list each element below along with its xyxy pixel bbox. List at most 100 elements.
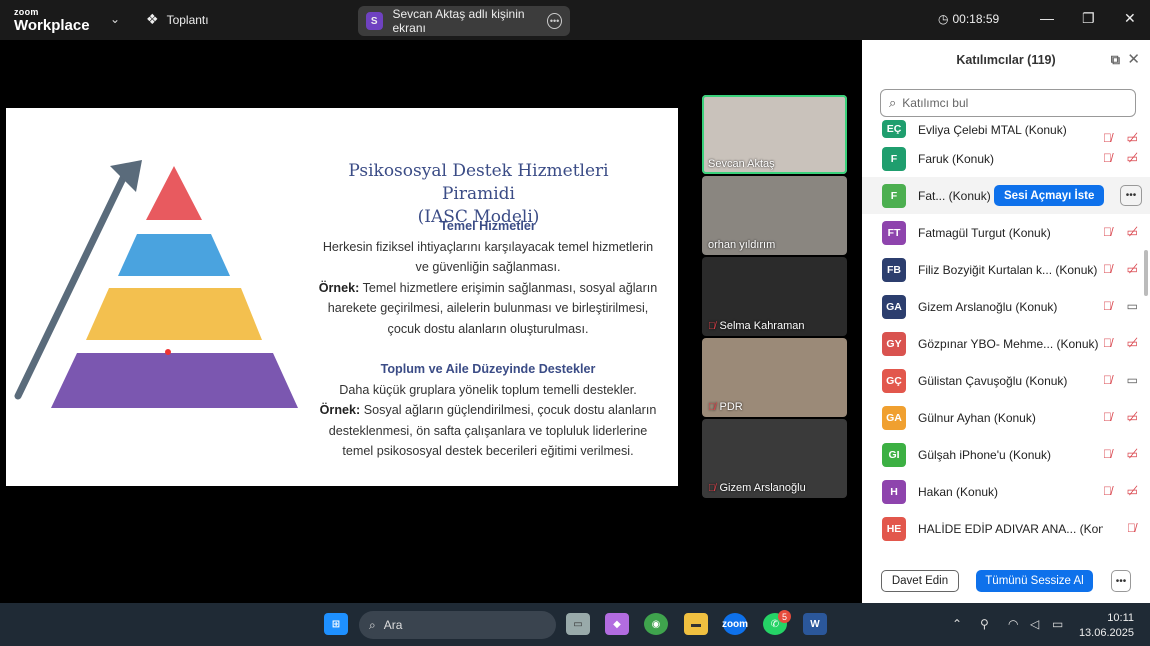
share-banner[interactable]: S Sevcan Aktaş adlı kişinin ekranı ••• [358, 6, 570, 36]
participant-name: Gülnur Ayhan (Konuk) [918, 410, 1036, 425]
mute-all-button[interactable]: Tümünü Sessize Al [976, 570, 1093, 592]
pyramid-level-1 [146, 166, 202, 220]
notification-badge: 5 [778, 610, 791, 623]
word-icon[interactable]: W [803, 613, 827, 635]
chrome-icon[interactable]: ◉ [644, 613, 668, 635]
participant-name: Sevcan Aktaş [708, 158, 775, 170]
participant-avatar: GI [882, 442, 906, 467]
participant-row[interactable]: HE HALİDE EDİP ADIVAR ANA... (Konuk) 🎙̸ [862, 510, 1150, 547]
video-tile[interactable]: 🎙̸ Gizem Arslanoğlu [702, 419, 847, 498]
video-tile[interactable]: Sevcan Aktaş [702, 95, 847, 174]
mic-muted-icon: 🎙̸ [1103, 373, 1112, 387]
battery-icon[interactable]: ▭ [1052, 617, 1063, 631]
participant-row[interactable]: GA Gülnur Ayhan (Konuk) 🎙̸ ▭̸ [862, 399, 1150, 436]
participant-avatar: EÇ [882, 120, 906, 138]
title-bar: zoom Workplace ⌄ ❖ Toplantı S Sevcan Akt… [0, 0, 1150, 40]
participant-row[interactable]: GI Gülşah iPhone'u (Konuk) 🎙̸ ▭̸ [862, 436, 1150, 473]
participant-avatar: FB [882, 257, 906, 282]
participant-list: EÇ Evliya Çelebi MTAL (Konuk) 🎙̸ ▭̸ F Faruk (… [862, 120, 1150, 550]
participant-avatar: H [882, 479, 906, 504]
taskbar: ⊞ ⌕ Ara ▭ ◆ ◉ ▬ zoom ✆ 5 W ⌃ ⚲ ◠ ◁ ▭ 10:… [0, 603, 1150, 646]
chevron-down-icon[interactable]: ⌄ [110, 12, 120, 26]
participant-row[interactable]: F Faruk (Konuk) 🎙̸ ▭̸ [862, 140, 1150, 177]
mic-muted-icon: 🎙̸ [708, 320, 716, 332]
file-explorer-icon[interactable]: ▬ [684, 613, 708, 635]
participant-avatar: GA [882, 405, 906, 430]
panel-footer: Davet Edin Tümünü Sessize Al ••• [862, 560, 1150, 603]
timer-text: 00:18:59 [952, 12, 1000, 26]
minimize-icon[interactable]: — [1040, 10, 1054, 26]
participant-row[interactable]: H Hakan (Konuk) 🎙̸ ▭̸ [862, 473, 1150, 510]
camera-off-icon: ▭̸ [1126, 410, 1138, 424]
mic-muted-icon: 🎙̸ [1103, 299, 1112, 313]
mic-muted-icon: 🎙̸ [1103, 447, 1112, 461]
participant-row[interactable]: GA Gizem Arslanoğlu (Konuk) 🎙̸ ▭ [862, 288, 1150, 325]
video-tile[interactable]: orhan yıldırım [702, 176, 847, 255]
camera-icon: ▭ [1126, 373, 1138, 387]
ask-unmute-button[interactable]: Sesi Açmayı İste [994, 185, 1105, 206]
participant-search[interactable]: ⌕ Katılımcı bul [880, 89, 1136, 117]
slide-body: Temel Hizmetler Herkesin fiziksel ihtiya… [310, 216, 666, 462]
participant-name: orhan yıldırım [708, 239, 776, 251]
meeting-menu[interactable]: ❖ Toplantı [146, 11, 209, 28]
camera-off-icon: ▭̸ [1126, 262, 1138, 276]
camera-off-icon: ▭̸ [1126, 484, 1138, 498]
participant-name: Selma Kahraman [719, 320, 805, 332]
participant-name: Faruk (Konuk) [918, 151, 995, 166]
windows-start-icon[interactable]: ⊞ [324, 613, 348, 635]
search-placeholder: Katılımcı bul [902, 96, 969, 110]
participant-row[interactable]: GÇ Gülistan Çavuşoğlu (Konuk) 🎙̸ ▭ [862, 362, 1150, 399]
wifi-icon[interactable]: ◠ [1008, 617, 1018, 631]
zoom-app-icon[interactable]: zoom [722, 613, 748, 635]
search-icon: ⌕ [369, 617, 376, 632]
scrollbar[interactable] [1144, 250, 1148, 296]
pop-out-icon[interactable]: ⧉ [1111, 52, 1120, 68]
pointer-dot [165, 349, 171, 355]
speaker-icon[interactable]: ◁ [1030, 617, 1039, 631]
mic-muted-icon: 🎙̸ [1103, 410, 1112, 424]
participant-name: Gözpınar YBO- Mehme... (Konuk) [918, 336, 1099, 351]
mic-muted-icon: 🎙̸ [1103, 262, 1112, 276]
participant-avatar: GA [882, 294, 906, 319]
copilot-icon[interactable]: ◆ [605, 613, 629, 635]
panel-title: Katılımcılar (119) [956, 53, 1056, 67]
meeting-label: Toplantı [166, 12, 209, 27]
taskbar-search[interactable]: ⌕ Ara [359, 611, 556, 639]
invite-button[interactable]: Davet Edin [881, 570, 959, 592]
chevron-up-icon[interactable]: ⌃ [952, 617, 962, 631]
panel-header: Katılımcılar (119) ⧉ ✕ [862, 40, 1150, 80]
video-tile[interactable]: 🎙̸ Selma Kahraman [702, 257, 847, 336]
participant-name: Gizem Arslanoğlu (Konuk) [918, 299, 1058, 314]
participant-avatar: F [882, 146, 906, 171]
more-options-icon[interactable]: ••• [547, 13, 562, 29]
participant-row[interactable]: EÇ Evliya Çelebi MTAL (Konuk) 🎙̸ ▭̸ [862, 120, 1150, 145]
camera-off-icon: ▭̸ [1126, 225, 1138, 239]
maximize-icon[interactable]: ❐ [1082, 10, 1095, 27]
participant-avatar: HE [882, 516, 906, 541]
participant-avatar: FT [882, 220, 906, 245]
clock-icon: ◷ [938, 12, 949, 26]
close-icon[interactable]: ✕ [1124, 10, 1136, 27]
more-options-icon[interactable]: ••• [1120, 185, 1142, 206]
camera-off-icon: ▭̸ [1126, 336, 1138, 350]
participant-row[interactable]: F Fat... (Konuk) Sesi Açmayı İste ••• [862, 177, 1150, 214]
mic-muted-icon: 🎙̸ [1103, 484, 1112, 498]
network-icon[interactable]: ⚲ [980, 617, 989, 631]
section-heading: Temel Hizmetler [440, 219, 536, 233]
task-view-icon[interactable]: ▭ [566, 613, 590, 635]
section-heading: Toplum ve Aile Düzeyinde Destekler [380, 362, 596, 376]
participant-name: Fat... (Konuk) [918, 188, 991, 203]
mic-muted-icon: 🎙̸ [1103, 336, 1112, 350]
participant-name: Gülistan Çavuşoğlu (Konuk) [918, 373, 1068, 388]
shared-screen: Psikososyal Destek Hizmetleri Piramidi (… [6, 108, 678, 486]
participant-row[interactable]: FB Filiz Bozyiğit Kurtalan k... (Konuk) 🎙̸… [862, 251, 1150, 288]
mic-muted-icon: 🎙̸ [708, 482, 716, 494]
participant-name: PDR [719, 401, 743, 413]
more-options-button[interactable]: ••• [1111, 570, 1131, 592]
video-strip: Sevcan Aktaş orhan yıldırım 🎙̸ Selma Kahr… [702, 95, 848, 500]
participant-row[interactable]: GY Gözpınar YBO- Mehme... (Konuk) 🎙̸ ▭̸ [862, 325, 1150, 362]
close-panel-icon[interactable]: ✕ [1127, 50, 1140, 68]
system-clock[interactable]: 10:11 13.06.2025 [1079, 611, 1134, 641]
video-tile[interactable]: 🎙̸ PDR [702, 338, 847, 417]
participant-row[interactable]: FT Fatmagül Turgut (Konuk) 🎙̸ ▭̸ [862, 214, 1150, 251]
